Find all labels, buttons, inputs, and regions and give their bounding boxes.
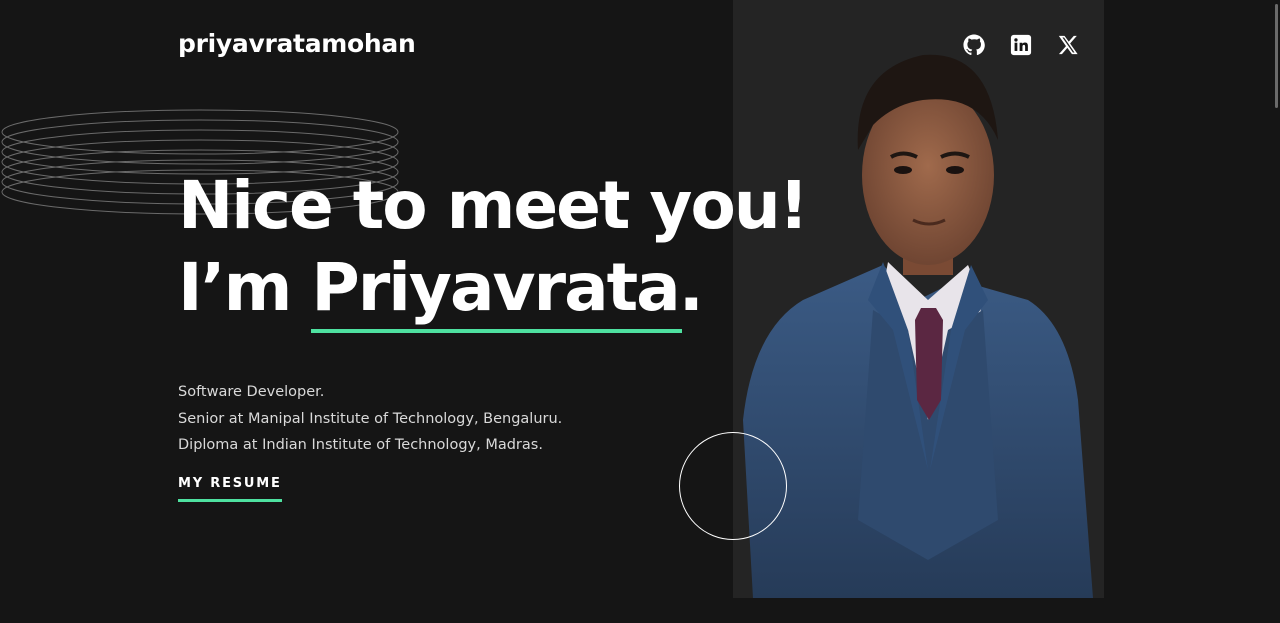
hero-name: Priyavrata. [311,247,704,333]
bio-line-diploma: Diploma at Indian Institute of Technolog… [178,437,543,453]
bio-line-education: Senior at Manipal Institute of Technolog… [178,410,563,427]
x-link[interactable] [1057,34,1079,56]
hero-heading: Nice to meet you! I’m Priyavrata. [178,165,809,333]
linkedin-icon [1010,34,1032,56]
github-link[interactable] [963,34,985,56]
decorative-circle [679,432,787,540]
scrollbar-thumb[interactable] [1275,4,1278,108]
hero-line-prefix: I’m [178,249,312,326]
hero-line-greeting: Nice to meet you! [178,167,809,244]
social-links [963,34,1079,56]
bio-line-role: Software Developer. [178,384,325,400]
hero-heading-block: Nice to meet you! I’m Priyavrata. [178,165,809,333]
x-icon [1058,35,1078,55]
linkedin-link[interactable] [1010,34,1032,56]
page-scrollbar[interactable] [1270,0,1280,623]
site-logo[interactable]: priyavratamohan [178,29,416,58]
resume-link[interactable]: MY RESUME [178,476,282,502]
bio-block: Software Developer. Senior at Manipal In… [178,379,562,459]
github-icon [963,34,985,56]
